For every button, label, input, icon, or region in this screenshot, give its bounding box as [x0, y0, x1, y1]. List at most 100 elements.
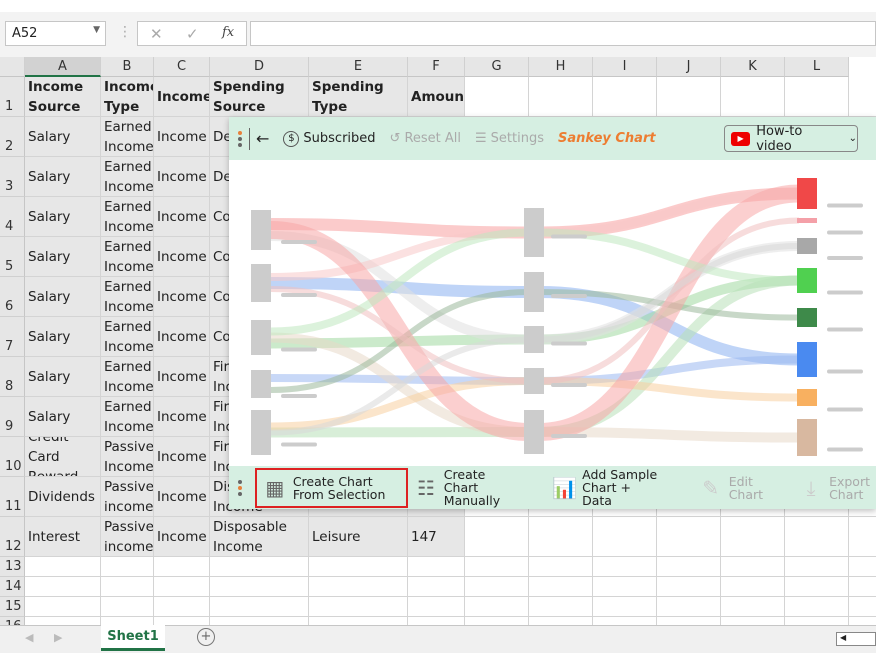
cell[interactable]: [529, 517, 593, 557]
cell[interactable]: [408, 577, 465, 597]
cell[interactable]: [785, 77, 849, 117]
cell[interactable]: Income: [154, 437, 210, 477]
row-header[interactable]: 3: [0, 157, 25, 197]
cell[interactable]: Disposable Income: [210, 517, 309, 557]
formula-input[interactable]: [250, 21, 876, 46]
column-header-L[interactable]: L: [785, 57, 849, 77]
cell[interactable]: [465, 517, 529, 557]
column-header-K[interactable]: K: [721, 57, 785, 77]
cell[interactable]: [849, 597, 876, 617]
column-header-I[interactable]: I: [593, 57, 657, 77]
name-box[interactable]: A52 ▼: [5, 21, 106, 46]
cell[interactable]: Income: [154, 477, 210, 517]
cell[interactable]: Income: [154, 117, 210, 157]
grip-icon[interactable]: [235, 130, 245, 147]
cell[interactable]: Dividends: [25, 477, 101, 517]
create-chart-from-selection-button[interactable]: ▦ Create Chart From Selection: [254, 467, 409, 508]
enter-icon[interactable]: ✓: [186, 25, 199, 43]
row-header[interactable]: 15: [0, 597, 25, 617]
cell[interactable]: Earned Income: [101, 397, 154, 437]
cell[interactable]: Earned Income: [101, 157, 154, 197]
cell[interactable]: [465, 557, 529, 577]
column-header-E[interactable]: E: [309, 57, 408, 77]
row-header[interactable]: 11: [0, 477, 25, 517]
cell[interactable]: [465, 597, 529, 617]
column-header-C[interactable]: C: [154, 57, 210, 77]
cell[interactable]: [529, 597, 593, 617]
horizontal-scrollbar[interactable]: ◀: [836, 632, 876, 646]
cell[interactable]: [657, 557, 721, 577]
reset-all-button[interactable]: ↺ Reset All: [390, 131, 461, 146]
row-header[interactable]: 13: [0, 557, 25, 577]
cell[interactable]: [408, 597, 465, 617]
cell[interactable]: [657, 597, 721, 617]
cell[interactable]: [210, 577, 309, 597]
create-chart-manually-button[interactable]: ☷ Create Chart Manually: [408, 468, 528, 508]
row-header[interactable]: 12: [0, 517, 25, 557]
cell[interactable]: [101, 577, 154, 597]
select-all-corner[interactable]: [0, 57, 25, 77]
subscribed-button[interactable]: $ Subscribed: [283, 130, 376, 147]
row-header[interactable]: 14: [0, 577, 25, 597]
cell[interactable]: [721, 597, 785, 617]
cell[interactable]: [154, 557, 210, 577]
row-header[interactable]: 7: [0, 317, 25, 357]
row-header[interactable]: 8: [0, 357, 25, 397]
cell[interactable]: [593, 517, 657, 557]
cell[interactable]: [529, 557, 593, 577]
cell[interactable]: Passive Income: [101, 437, 154, 477]
cell[interactable]: Interest: [25, 517, 101, 557]
cell[interactable]: Salary: [25, 117, 101, 157]
cell[interactable]: [465, 77, 529, 117]
add-sample-chart-button[interactable]: 📊 Add Sample Chart + Data: [546, 468, 669, 508]
cell[interactable]: [721, 517, 785, 557]
cell[interactable]: Earned Income: [101, 237, 154, 277]
chevron-down-icon[interactable]: ▼: [93, 25, 100, 35]
cell[interactable]: [529, 77, 593, 117]
cell[interactable]: Salary: [25, 397, 101, 437]
cell[interactable]: [593, 597, 657, 617]
scroll-left-icon[interactable]: ◀: [25, 631, 33, 644]
cell[interactable]: Salary: [25, 317, 101, 357]
cell[interactable]: Salary: [25, 197, 101, 237]
cell[interactable]: [408, 557, 465, 577]
cell[interactable]: [849, 77, 876, 117]
cell[interactable]: [25, 557, 101, 577]
row-header[interactable]: 1: [0, 77, 25, 117]
cell[interactable]: [785, 557, 849, 577]
cell[interactable]: Earned Income: [101, 197, 154, 237]
cell[interactable]: Income: [154, 77, 210, 117]
add-sheet-icon[interactable]: +: [197, 628, 215, 646]
cell[interactable]: [309, 597, 408, 617]
column-header-B[interactable]: B: [101, 57, 154, 77]
cell[interactable]: Earned Income: [101, 277, 154, 317]
cell[interactable]: 147: [408, 517, 465, 557]
cell[interactable]: [721, 577, 785, 597]
cell[interactable]: [101, 597, 154, 617]
cell[interactable]: [721, 77, 785, 117]
cell[interactable]: Income: [154, 397, 210, 437]
cell[interactable]: Income: [154, 357, 210, 397]
how-to-video-dropdown[interactable]: ▶ How-to video ⌄: [724, 124, 858, 154]
cell[interactable]: [529, 577, 593, 597]
cell[interactable]: Earned Income: [101, 117, 154, 157]
cell[interactable]: Amount: [408, 77, 465, 117]
column-header-A[interactable]: A: [25, 57, 101, 77]
cell[interactable]: [101, 557, 154, 577]
cell[interactable]: Salary: [25, 237, 101, 277]
row-header[interactable]: 2: [0, 117, 25, 157]
cell[interactable]: [785, 517, 849, 557]
cell[interactable]: Income: [154, 237, 210, 277]
cell[interactable]: [849, 577, 876, 597]
back-arrow-icon[interactable]: ←: [256, 129, 269, 148]
cell[interactable]: Credit Card Reward: [25, 437, 101, 477]
insert-function-icon[interactable]: fx: [222, 25, 234, 40]
cell[interactable]: [210, 597, 309, 617]
cell[interactable]: Passive income: [101, 517, 154, 557]
cell[interactable]: Income: [154, 157, 210, 197]
cell[interactable]: Income Source: [25, 77, 101, 117]
row-header[interactable]: 10: [0, 437, 25, 477]
row-header[interactable]: 4: [0, 197, 25, 237]
cell[interactable]: [721, 557, 785, 577]
scroll-right-icon[interactable]: ▶: [54, 631, 62, 644]
